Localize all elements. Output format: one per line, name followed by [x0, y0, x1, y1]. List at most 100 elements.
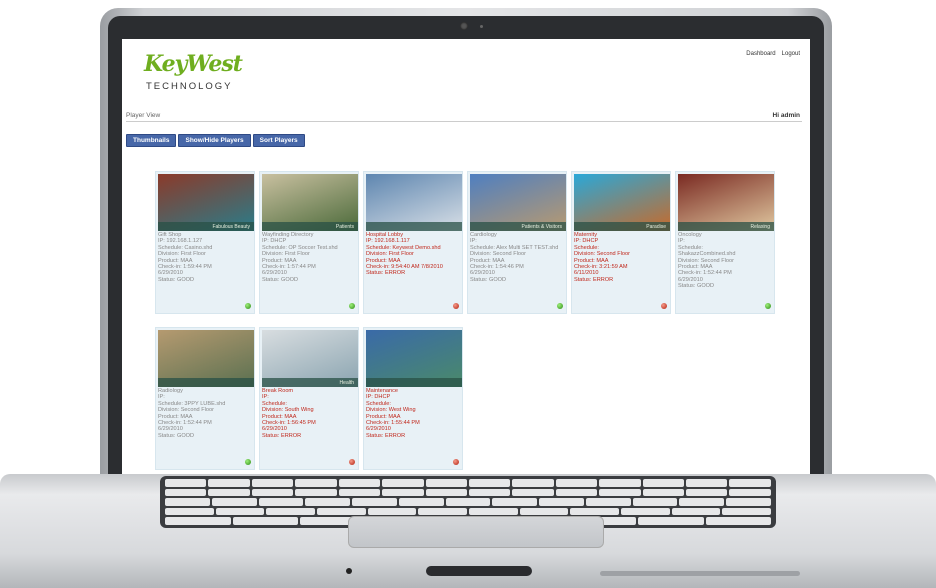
key: [208, 488, 250, 497]
status-error-icon: [453, 303, 459, 309]
key: [637, 517, 704, 525]
player-card[interactable]: Maintenance IP: DHCP Schedule: Division:…: [363, 327, 463, 470]
key: [679, 498, 725, 506]
player-thumbnail[interactable]: Relaxing: [678, 174, 774, 231]
player-thumbnail[interactable]: [366, 330, 462, 387]
player-card[interactable]: Paradise Maternity IP: DHCP Schedule: Div…: [571, 171, 671, 314]
key: [726, 498, 771, 506]
key: [722, 507, 772, 516]
player-details: Radiology IP: Schedule: 3PPY LUBE.shd Di…: [158, 388, 226, 439]
key: [208, 479, 250, 487]
player-card[interactable]: Fabulous Beauty Gift Shop IP: 192.168.1.1…: [155, 171, 255, 314]
tab-show-hide-players[interactable]: Show/Hide Players: [178, 134, 251, 147]
key: [215, 507, 265, 516]
player-thumbnail[interactable]: [158, 330, 254, 387]
keyboard-row: [165, 479, 771, 487]
key: [585, 498, 631, 506]
thumbnail-caption-band: Fabulous Beauty: [158, 222, 254, 231]
player-card[interactable]: Patients Wayfinding Directory IP: DHCP Sc…: [259, 171, 359, 314]
key: [305, 498, 351, 506]
app-screen: KeyWest TECHNOLOGY Dashboard Logout Play…: [122, 39, 810, 486]
key: [492, 498, 538, 506]
player-details: Maintenance IP: DHCP Schedule: Division:…: [366, 388, 420, 439]
key: [165, 517, 231, 525]
page-title: Player View: [126, 112, 161, 119]
player-card[interactable]: Patients & Visitors Cardiology IP: Schedu…: [467, 171, 567, 314]
key: [211, 498, 257, 506]
user-greeting: Hi admin: [772, 112, 800, 119]
view-tabs: Thumbnails Show/Hide Players Sort Player…: [126, 134, 305, 147]
key: [642, 488, 685, 497]
thumbnail-caption: Paradise: [646, 224, 666, 230]
status-error-icon: [349, 459, 355, 465]
status-ok-icon: [765, 303, 771, 309]
key: [632, 498, 678, 506]
key: [367, 507, 417, 516]
key: [642, 479, 685, 487]
lid-latch: [426, 566, 532, 576]
thumbnail-caption-band: Patients: [262, 222, 358, 231]
status-error-icon: [453, 459, 459, 465]
sleep-indicator: [346, 568, 352, 574]
thumbnail-caption-band: Paradise: [574, 222, 670, 231]
screen-bezel: KeyWest TECHNOLOGY Dashboard Logout Play…: [108, 16, 824, 486]
key: [445, 498, 491, 506]
player-card[interactable]: Relaxing Oncology IP: Schedule: ShakazzCo…: [675, 171, 775, 314]
thumbnail-caption-band: Relaxing: [678, 222, 774, 231]
key: [599, 488, 641, 497]
player-thumbnail[interactable]: Fabulous Beauty: [158, 174, 254, 231]
player-details: Wayfinding Directory IP: DHCP Schedule: …: [262, 232, 338, 283]
tab-sort-players[interactable]: Sort Players: [252, 134, 305, 147]
player-thumbnail[interactable]: [366, 174, 462, 231]
key: [266, 507, 316, 516]
key: [317, 507, 366, 516]
thumbnail-caption-band: [158, 378, 254, 387]
player-card[interactable]: Hospital Lobby IP: 192.168.1.117 Schedul…: [363, 171, 463, 314]
key: [338, 488, 381, 497]
key: [686, 479, 728, 487]
key: [165, 507, 214, 516]
logout-link[interactable]: Logout: [782, 51, 800, 57]
key: [599, 479, 641, 487]
player-thumbnail[interactable]: Patients: [262, 174, 358, 231]
logo-subtitle: TECHNOLOGY: [146, 81, 233, 92]
key: [621, 507, 670, 516]
player-card[interactable]: Radiology IP: Schedule: 3PPY LUBE.shd Di…: [155, 327, 255, 470]
key: [295, 488, 337, 497]
thumbnail-caption-band: [366, 222, 462, 231]
dashboard-link[interactable]: Dashboard: [746, 51, 775, 57]
key: [468, 488, 511, 497]
keyboard-row: [165, 507, 772, 516]
thumbnail-caption-band: Patients & Visitors: [470, 222, 566, 231]
key: [729, 488, 771, 497]
status-ok-icon: [349, 303, 355, 309]
player-thumbnail[interactable]: Health: [262, 330, 358, 387]
key: [686, 488, 728, 497]
thumbnail-caption-band: [366, 378, 462, 387]
key: [382, 488, 424, 497]
player-details: Hospital Lobby IP: 192.168.1.117 Schedul…: [366, 232, 443, 277]
keywest-logo[interactable]: KeyWest TECHNOLOGY: [144, 51, 264, 99]
key: [671, 507, 721, 516]
player-details: Gift Shop IP: 192.168.1.127 Schedule: Ca…: [158, 232, 213, 283]
player-thumbnail[interactable]: Patients & Visitors: [470, 174, 566, 231]
key: [555, 479, 598, 487]
player-details: Maternity IP: DHCP Schedule: Division: S…: [574, 232, 630, 283]
key: [539, 498, 584, 506]
key: [165, 488, 207, 497]
key: [425, 479, 467, 487]
player-thumbnail[interactable]: Paradise: [574, 174, 670, 231]
player-card[interactable]: Health Break Room IP: Schedule: Division:…: [259, 327, 359, 470]
thumbnail-caption: Fabulous Beauty: [212, 224, 250, 230]
key: [295, 479, 337, 487]
player-details: Break Room IP: Schedule: Division: South…: [262, 388, 316, 439]
keyboard-row: [165, 488, 771, 497]
keyboard-row: [165, 498, 771, 506]
trackpad: [348, 516, 604, 548]
tab-thumbnails[interactable]: Thumbnails: [126, 134, 177, 147]
key: [570, 507, 620, 516]
thumbnail-caption: Relaxing: [750, 224, 770, 230]
optical-slot: [600, 571, 800, 576]
status-ok-icon: [245, 459, 251, 465]
key: [418, 507, 468, 516]
